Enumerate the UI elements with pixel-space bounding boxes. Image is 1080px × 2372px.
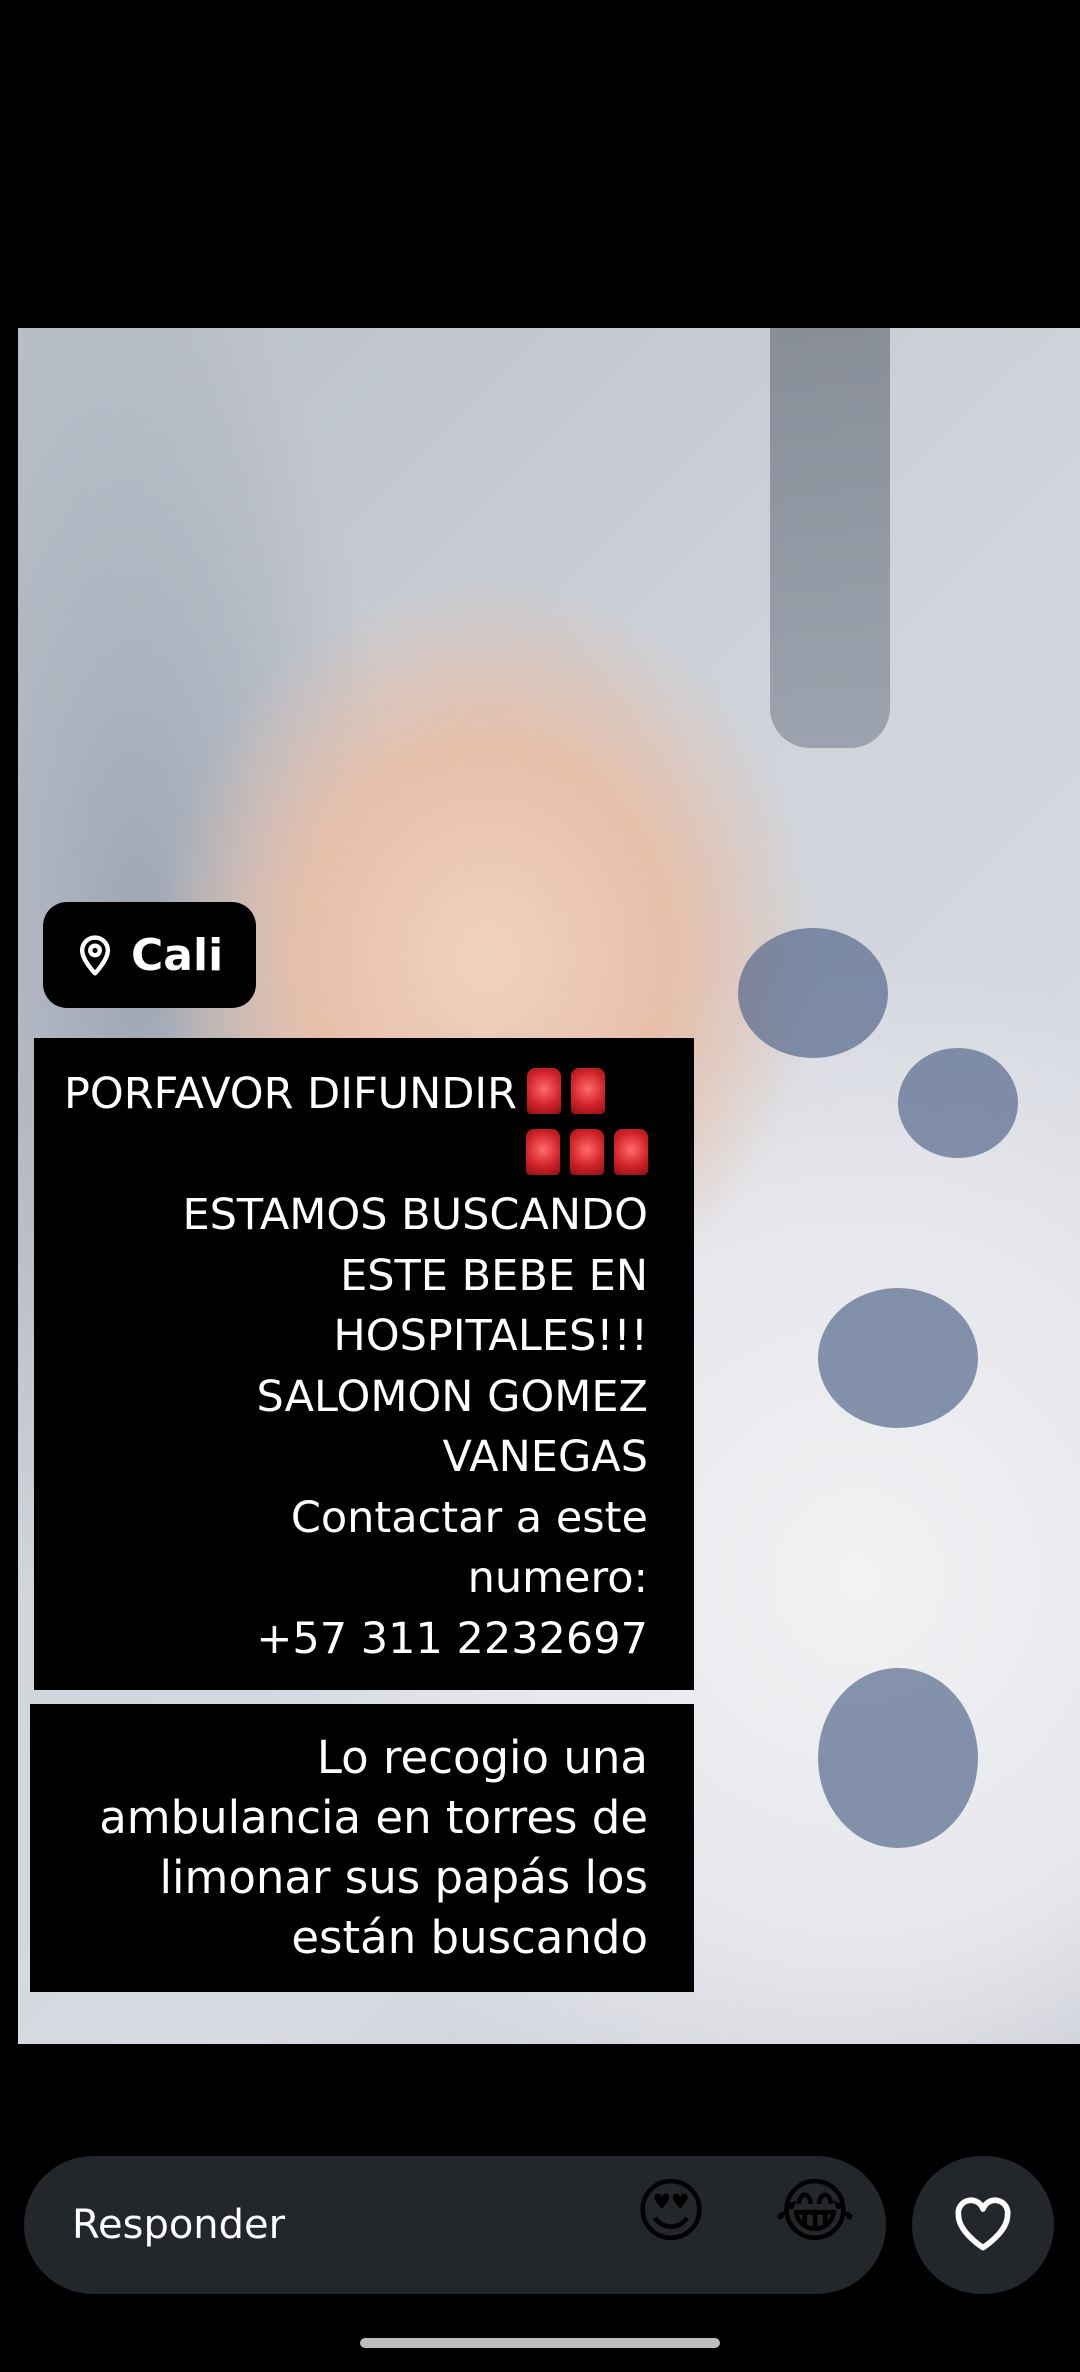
text-line: numero:	[467, 1553, 648, 1603]
pillow-pattern	[770, 328, 890, 748]
like-button[interactable]	[912, 2156, 1054, 2294]
text-line: SALOMON GOMEZ	[256, 1371, 648, 1422]
location-sticker[interactable]: Cali	[43, 902, 256, 1008]
text-line: PORFAVOR DIFUNDIR	[64, 1064, 648, 1125]
note-line: limonar sus papás los	[159, 1851, 649, 1904]
text-line: ESTE BEBE EN	[340, 1250, 648, 1301]
text-line: ESTAMOS BUSCANDO	[182, 1190, 648, 1240]
siren-emoji	[570, 1128, 604, 1175]
text-line: Contactar a este	[290, 1492, 648, 1543]
story-text-box: PORFAVOR DIFUNDIR ESTAMOS BUSCANDO ESTE …	[34, 1038, 694, 1690]
reply-placeholder: Responder	[72, 2202, 286, 2248]
note-line: ambulancia en torres de	[99, 1791, 648, 1844]
home-indicator[interactable]	[360, 2338, 720, 2348]
siren-emoji	[571, 1068, 605, 1114]
map-pin-icon	[73, 933, 117, 977]
phone-number: +57 311 2232697	[256, 1613, 648, 1664]
siren-emoji	[614, 1128, 648, 1175]
heart-icon	[952, 2194, 1014, 2256]
text-line: HOSPITALES!!!	[333, 1311, 648, 1361]
onesie-print	[818, 1288, 978, 1428]
onesie-print	[818, 1668, 978, 1848]
onesie-print	[738, 928, 888, 1058]
text-line: VANEGAS	[442, 1432, 648, 1482]
heart-eyes-reaction-button[interactable]: 😍	[626, 2166, 716, 2256]
laughing-reaction-button[interactable]: 😂	[770, 2166, 860, 2256]
location-label: Cali	[131, 929, 224, 981]
reply-input[interactable]: Responder	[24, 2156, 886, 2294]
note-line: están buscando	[291, 1911, 648, 1964]
story-note-box: Lo recogio una ambulancia en torres de l…	[30, 1704, 694, 1992]
siren-emoji	[526, 1128, 560, 1175]
siren-emoji	[527, 1068, 561, 1114]
note-line: Lo recogio una	[316, 1731, 648, 1784]
onesie-print	[898, 1048, 1018, 1158]
text-line	[64, 1125, 648, 1186]
